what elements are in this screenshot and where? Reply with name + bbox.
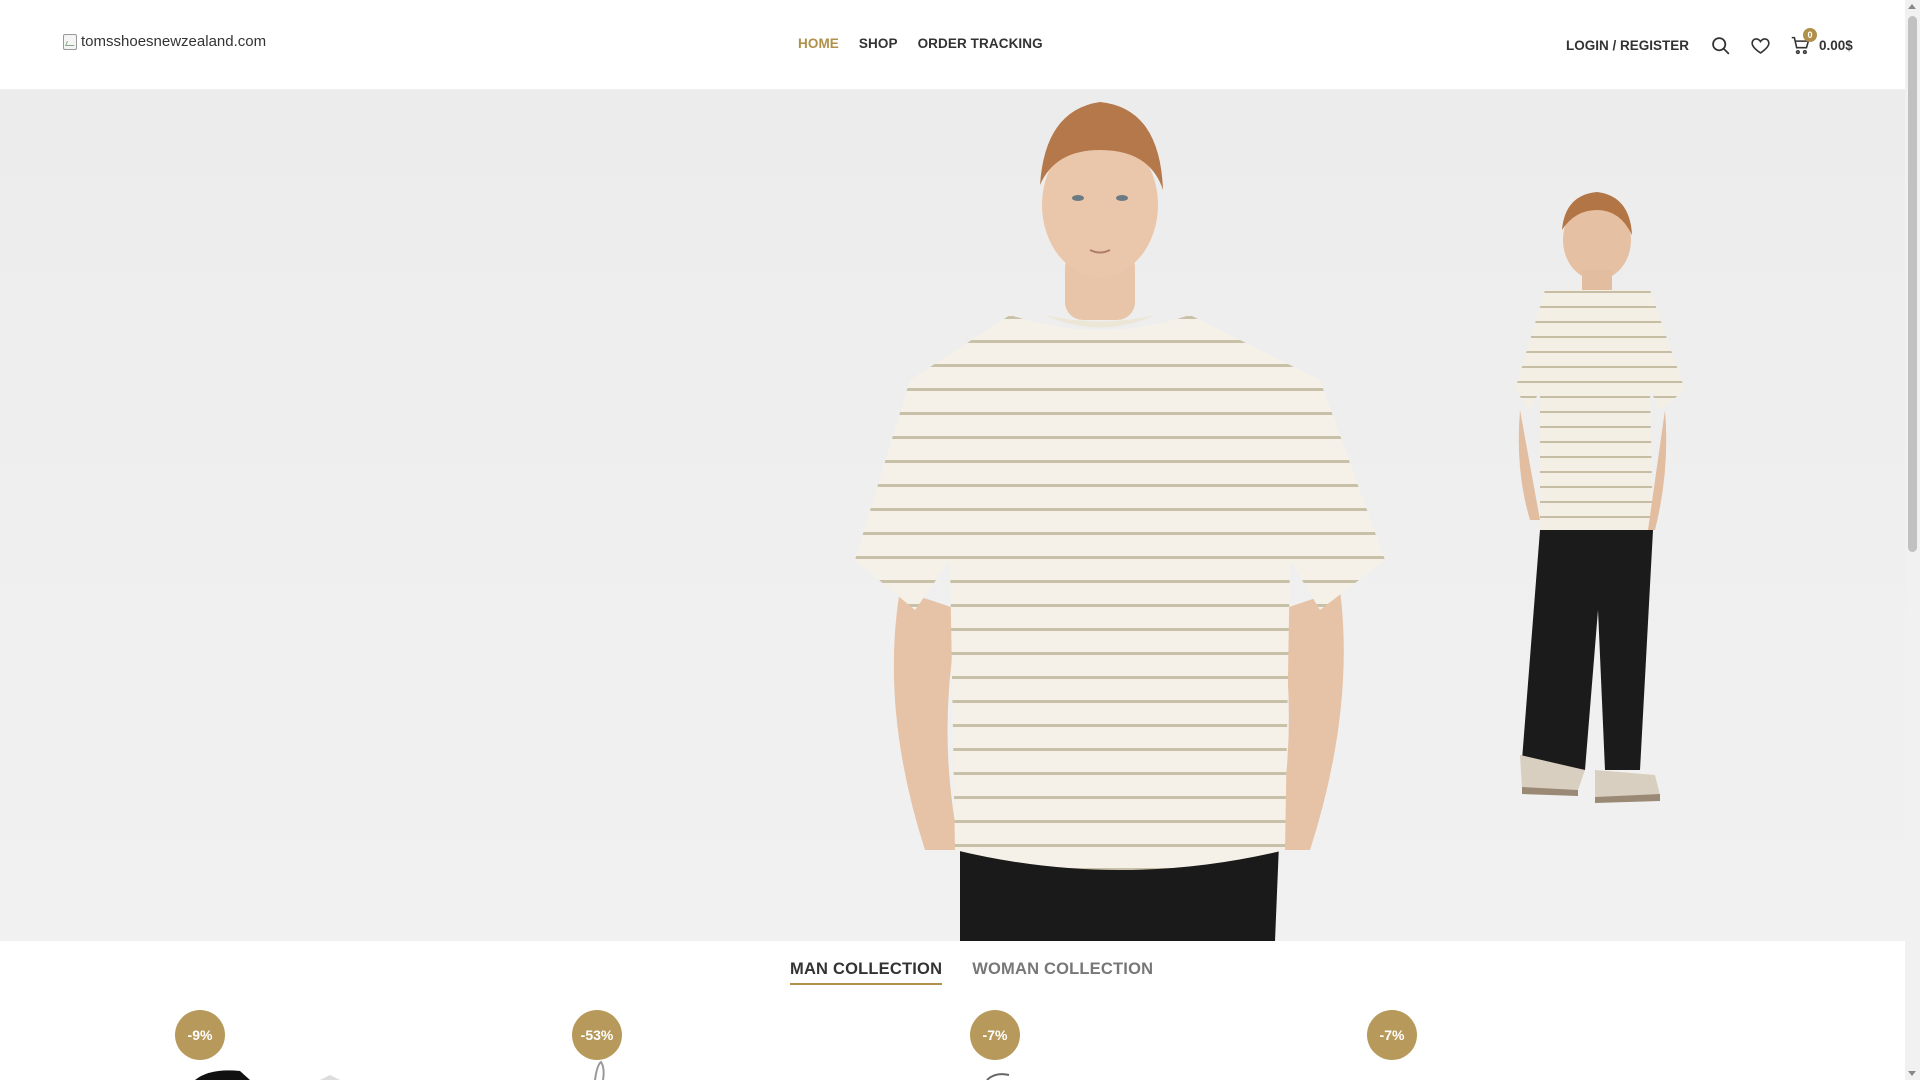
broken-image-icon	[63, 33, 77, 50]
logo-alt-text: tomsshoesnewzealand.com	[81, 33, 267, 50]
collection-tabs: MAN COLLECTION WOMAN COLLECTION	[790, 960, 1153, 985]
page: tomsshoesnewzealand.com HOME SHOP ORDER …	[0, 0, 1920, 1080]
discount-badge: -53%	[572, 1010, 622, 1060]
hero-banner[interactable]	[0, 90, 1905, 941]
hero-models-illustration	[855, 102, 1685, 941]
tab-woman-collection[interactable]: WOMAN COLLECTION	[972, 960, 1153, 985]
main-nav: HOME SHOP ORDER TRACKING	[798, 36, 1043, 51]
login-register-link[interactable]: LOGIN / REGISTER	[1566, 38, 1689, 53]
nav-shop[interactable]: SHOP	[859, 36, 898, 51]
page-scrollbar[interactable]	[1905, 0, 1920, 1080]
front-model	[855, 102, 1385, 941]
discount-badge: -7%	[970, 1010, 1020, 1060]
scroll-thumb[interactable]	[1908, 16, 1917, 552]
nav-home[interactable]: HOME	[798, 36, 839, 51]
scroll-up-icon[interactable]	[1908, 4, 1916, 9]
product-image[interactable]	[180, 1065, 380, 1080]
product-image[interactable]	[585, 1060, 625, 1080]
search-icon[interactable]	[1709, 34, 1731, 56]
product-image[interactable]	[985, 1070, 1025, 1080]
header-tools: LOGIN / REGISTER 0 0.00$	[1566, 28, 1853, 62]
back-model	[1515, 192, 1685, 803]
site-logo[interactable]: tomsshoesnewzealand.com	[63, 33, 266, 50]
heart-icon[interactable]	[1749, 34, 1771, 56]
cart-total: 0.00$	[1819, 37, 1853, 53]
nav-order-tracking[interactable]: ORDER TRACKING	[918, 36, 1043, 51]
cart-count-badge: 0	[1803, 28, 1818, 42]
product-grid: -9% -53% -7% -7%	[0, 1005, 1905, 1080]
cart-button[interactable]: 0 0.00$	[1789, 28, 1853, 56]
tab-man-collection[interactable]: MAN COLLECTION	[790, 960, 943, 985]
scroll-down-icon[interactable]	[1908, 1071, 1916, 1076]
discount-badge: -7%	[1367, 1010, 1417, 1060]
site-header: tomsshoesnewzealand.com HOME SHOP ORDER …	[0, 0, 1905, 90]
discount-badge: -9%	[175, 1010, 225, 1060]
